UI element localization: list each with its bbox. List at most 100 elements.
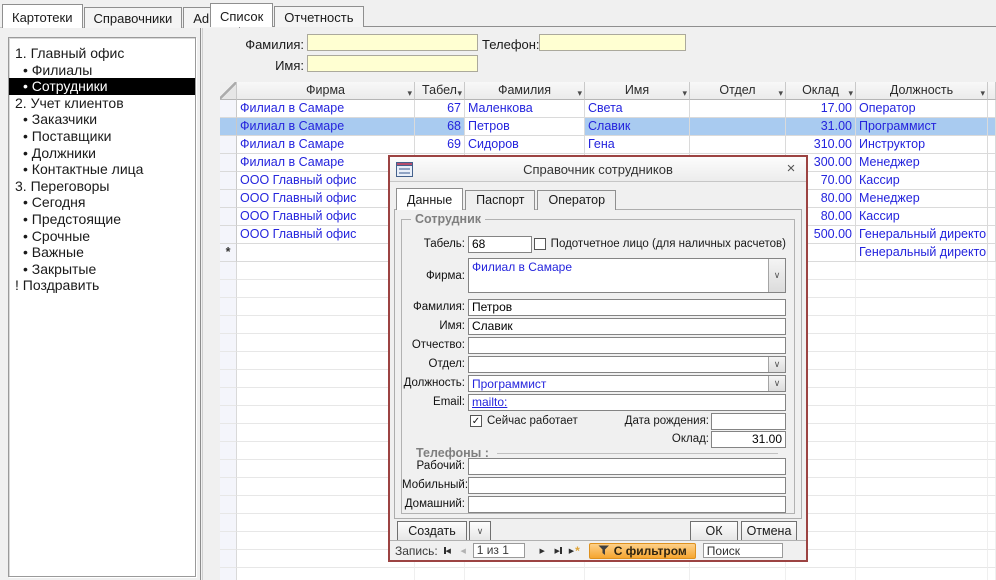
record-selector[interactable]: [220, 100, 237, 118]
panel-splitter[interactable]: [200, 28, 203, 580]
works-checkbox[interactable]: ✓: [470, 415, 482, 427]
sidebar-item[interactable]: 2. Учет клиентов: [9, 95, 195, 112]
table-cell-firma[interactable]: Филиал в Самаре: [237, 100, 415, 118]
filter-arrow-icon[interactable]: ▾: [848, 85, 853, 100]
imya-input[interactable]: [468, 318, 786, 335]
sidebar-item[interactable]: • Важные: [9, 244, 195, 261]
new-record-icon[interactable]: ▶*: [568, 544, 581, 557]
filter-arrow-icon[interactable]: ▾: [457, 85, 462, 100]
record-selector[interactable]: [220, 190, 237, 208]
table-cell-otdel[interactable]: [690, 100, 786, 118]
dolzhnost-dropdown-icon[interactable]: ∨: [768, 376, 785, 391]
record-selector[interactable]: [220, 154, 237, 172]
birthdate-input[interactable]: [711, 413, 786, 430]
record-position[interactable]: 1 из 1: [473, 543, 525, 558]
table-cell-oklad[interactable]: 17.00: [786, 100, 856, 118]
table-cell-otdel[interactable]: [690, 118, 786, 136]
column-header-otdel[interactable]: Отдел▾: [690, 82, 786, 100]
table-cell-dolzhnost[interactable]: Программист: [856, 118, 988, 136]
column-header-imya[interactable]: Имя▾: [585, 82, 690, 100]
record-selector[interactable]: *: [220, 244, 237, 262]
record-selector[interactable]: [220, 118, 237, 136]
filter-arrow-icon[interactable]: ▾: [577, 85, 582, 100]
navigation-listbox[interactable]: 1. Главный офис• Филиалы• Сотрудники2. У…: [8, 37, 196, 577]
home-phone-input[interactable]: [468, 496, 786, 513]
familia-input[interactable]: [468, 299, 786, 316]
create-button[interactable]: Создать: [397, 521, 467, 542]
table-cell-oklad[interactable]: 310.00: [786, 136, 856, 154]
firstname-filter-input[interactable]: [307, 55, 478, 72]
sidebar-item[interactable]: ! Поздравить: [9, 277, 195, 294]
filter-arrow-icon[interactable]: ▾: [682, 85, 687, 100]
sidebar-item[interactable]: • Срочные: [9, 228, 195, 245]
dialog-tab-pasport[interactable]: Паспорт: [465, 190, 535, 210]
sidebar-item[interactable]: • Контактные лица: [9, 161, 195, 178]
table-cell-firma[interactable]: Филиал в Самаре: [237, 118, 415, 136]
table-cell-dolzhnost[interactable]: Кассир: [856, 208, 988, 226]
table-cell-familia[interactable]: Петров: [465, 118, 585, 136]
dialog-titlebar[interactable]: Справочник сотрудников ×: [390, 157, 806, 182]
sidebar-item[interactable]: • Филиалы: [9, 62, 195, 79]
work-phone-input[interactable]: [468, 458, 786, 475]
table-cell-dolzhnost[interactable]: Кассир: [856, 172, 988, 190]
create-dropdown-icon[interactable]: ∨: [469, 521, 491, 542]
email-input[interactable]: mailto:: [468, 394, 786, 411]
phone-filter-input[interactable]: [539, 34, 686, 51]
filter-arrow-icon[interactable]: ▾: [980, 85, 985, 100]
record-selector[interactable]: [220, 172, 237, 190]
sidebar-item[interactable]: • Закрытые: [9, 261, 195, 278]
column-header-firma[interactable]: Фирма▾: [237, 82, 415, 100]
first-record-icon[interactable]: ◀: [441, 544, 454, 557]
table-cell-dolzhnost[interactable]: Генеральный директор: [856, 226, 988, 244]
record-selector[interactable]: [220, 208, 237, 226]
filter-toggle-button[interactable]: С фильтром: [589, 543, 696, 559]
tabel-input[interactable]: [468, 236, 532, 253]
filter-arrow-icon[interactable]: ▾: [778, 85, 783, 100]
table-cell-dolzhnost[interactable]: Инструктор: [856, 136, 988, 154]
dialog-tab-operator[interactable]: Оператор: [537, 190, 616, 210]
sidebar-item[interactable]: • Предстоящие: [9, 211, 195, 228]
previous-record-icon[interactable]: ◀: [457, 544, 470, 557]
sidebar-item[interactable]: 3. Переговоры: [9, 178, 195, 195]
column-header-dolzhnost[interactable]: Должность▾: [856, 82, 988, 100]
column-header-tabel[interactable]: Табел▾: [415, 82, 465, 100]
table-cell-otdel[interactable]: [690, 136, 786, 154]
table-cell-imya[interactable]: Славик: [585, 118, 690, 136]
close-icon[interactable]: ×: [782, 160, 800, 178]
lastname-filter-input[interactable]: [307, 34, 478, 51]
sidebar-item[interactable]: • Сегодня: [9, 194, 195, 211]
firma-combobox[interactable]: Филиал в Самаре ∨: [468, 258, 786, 293]
sidebar-item[interactable]: 1. Главный офис: [9, 45, 195, 62]
ok-button[interactable]: ОК: [690, 521, 738, 542]
tab-spisok[interactable]: Список: [210, 3, 273, 27]
table-cell-familia[interactable]: Маленкова: [465, 100, 585, 118]
last-record-icon[interactable]: ▶: [552, 544, 565, 557]
sidebar-item[interactable]: • Поставщики: [9, 128, 195, 145]
next-record-icon[interactable]: ▶: [536, 544, 549, 557]
table-cell-tabel[interactable]: 68: [415, 118, 465, 136]
sidebar-item[interactable]: • Заказчики: [9, 111, 195, 128]
firma-dropdown-icon[interactable]: ∨: [768, 259, 785, 292]
mobile-phone-input[interactable]: [468, 477, 786, 494]
otdel-dropdown-icon[interactable]: ∨: [768, 357, 785, 372]
table-cell-familia[interactable]: Сидоров: [465, 136, 585, 154]
tab-kartoteki[interactable]: Картотеки: [2, 4, 83, 28]
record-selector[interactable]: [220, 136, 237, 154]
column-header-familia[interactable]: Фамилия▾: [465, 82, 585, 100]
cancel-button[interactable]: Отмена: [741, 521, 797, 542]
sidebar-item[interactable]: • Сотрудники: [9, 78, 195, 95]
otdel-combobox[interactable]: ∨: [468, 356, 786, 373]
table-cell-dolzhnost[interactable]: Менеджер: [856, 154, 988, 172]
table-cell-oklad[interactable]: 31.00: [786, 118, 856, 136]
filter-arrow-icon[interactable]: ▾: [407, 85, 412, 100]
record-selector[interactable]: [220, 226, 237, 244]
column-header-oklad[interactable]: Оклад▾: [786, 82, 856, 100]
sidebar-item[interactable]: • Должники: [9, 145, 195, 162]
table-cell-imya[interactable]: Света: [585, 100, 690, 118]
table-cell-imya[interactable]: Гена: [585, 136, 690, 154]
table-cell-dolzhnost[interactable]: Генеральный директор: [856, 244, 988, 262]
dialog-tab-dannye[interactable]: Данные: [396, 188, 463, 210]
table-cell-tabel[interactable]: 69: [415, 136, 465, 154]
email-link[interactable]: mailto:: [472, 395, 507, 409]
tab-spravochniki[interactable]: Справочники: [84, 7, 183, 28]
